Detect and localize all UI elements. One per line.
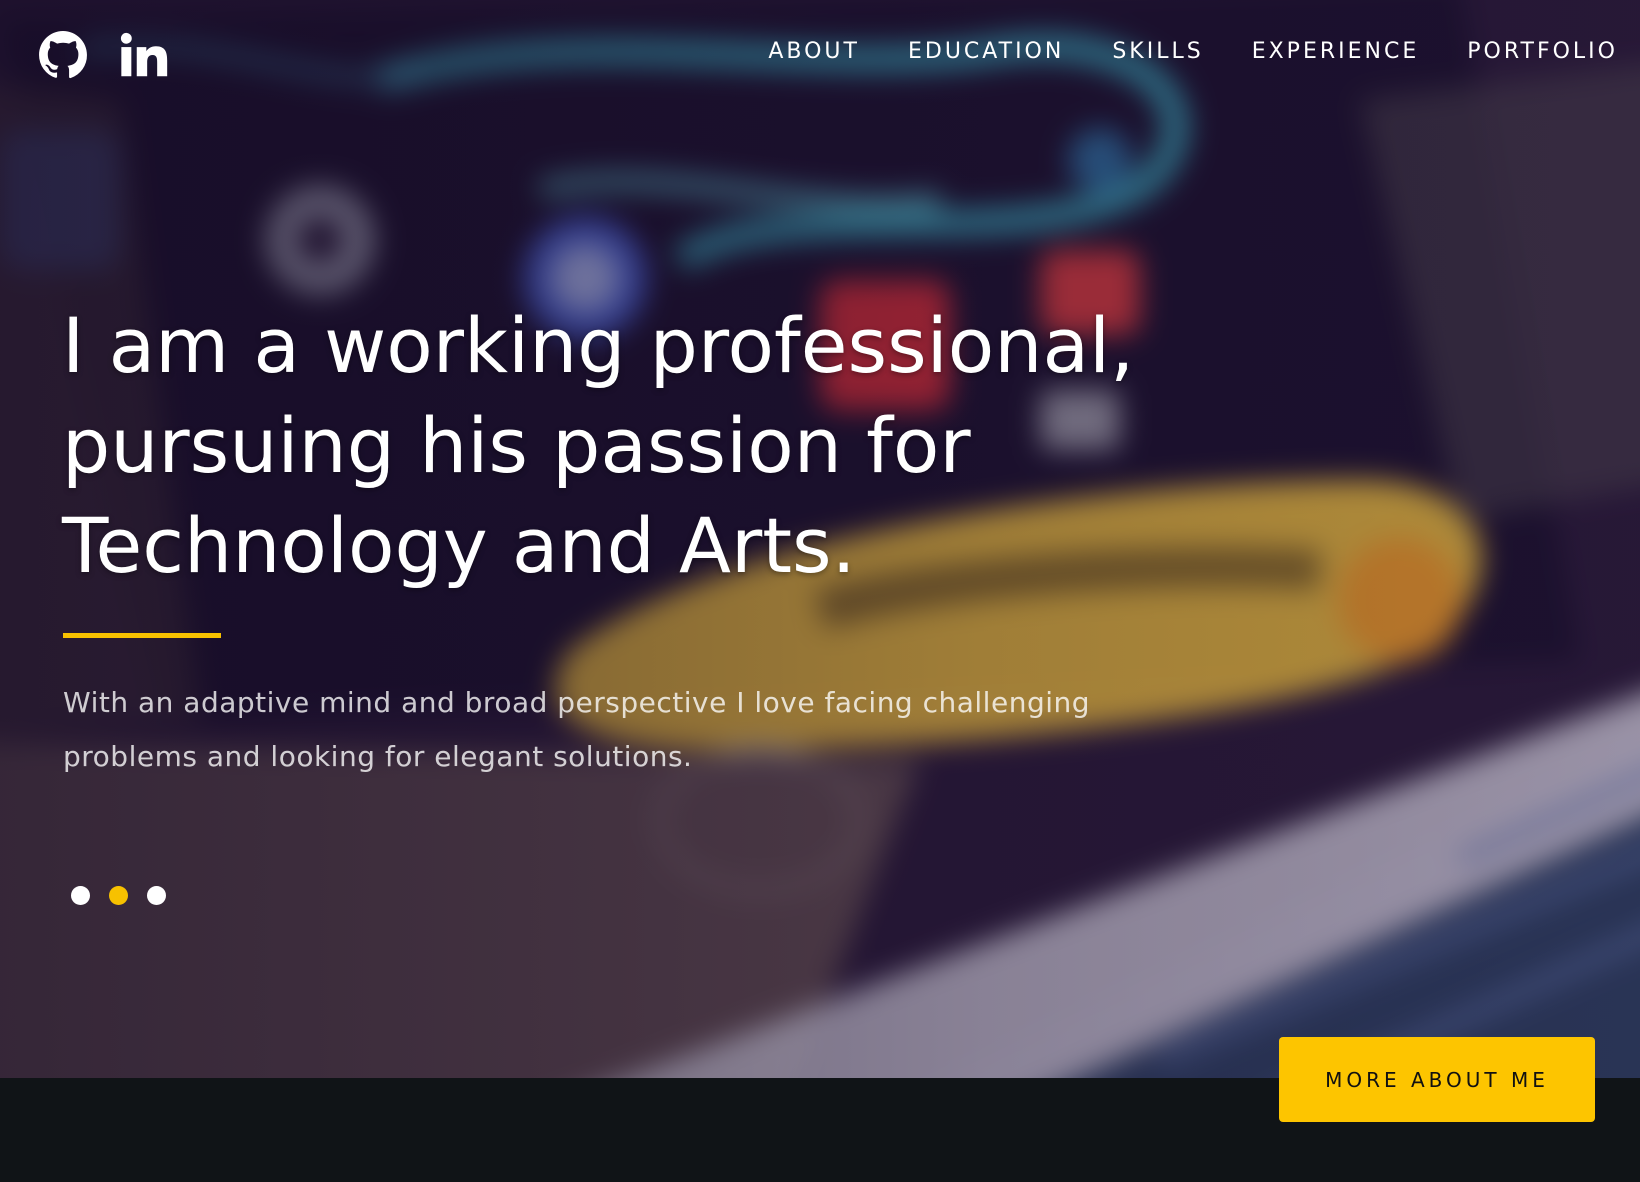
- nav-item-portfolio[interactable]: PORTFOLIO: [1467, 36, 1618, 68]
- github-icon-graphic: [39, 31, 87, 79]
- top-navigation-bar: ABOUT EDUCATION SKILLS EXPERIENCE PORTFO…: [0, 0, 1640, 110]
- nav-item-experience[interactable]: EXPERIENCE: [1252, 36, 1420, 68]
- page: I am a working professional, pursuing hi…: [0, 0, 1640, 1182]
- linkedin-icon[interactable]: [118, 30, 168, 80]
- carousel-indicators: [71, 886, 185, 905]
- carousel-dot-2[interactable]: [109, 886, 128, 905]
- nav-item-education[interactable]: EDUCATION: [908, 36, 1064, 68]
- hero-lead-text: With an adaptive mind and broad perspect…: [63, 686, 1091, 773]
- carousel-dot-3[interactable]: [147, 886, 166, 905]
- headline-accent-underline: [63, 633, 221, 638]
- social-links: [38, 30, 198, 80]
- github-icon[interactable]: [38, 30, 88, 80]
- hero-section: I am a working professional, pursuing hi…: [0, 0, 1640, 1078]
- more-about-me-button[interactable]: MORE ABOUT ME: [1279, 1037, 1595, 1122]
- nav-item-about[interactable]: ABOUT: [768, 36, 860, 68]
- carousel-dot-1[interactable]: [71, 886, 90, 905]
- linkedin-icon-graphic: [120, 32, 168, 77]
- hero-headline: I am a working professional, pursuing hi…: [62, 301, 1135, 590]
- main-nav: ABOUT EDUCATION SKILLS EXPERIENCE PORTFO…: [720, 36, 1618, 68]
- nav-item-skills[interactable]: SKILLS: [1112, 36, 1203, 68]
